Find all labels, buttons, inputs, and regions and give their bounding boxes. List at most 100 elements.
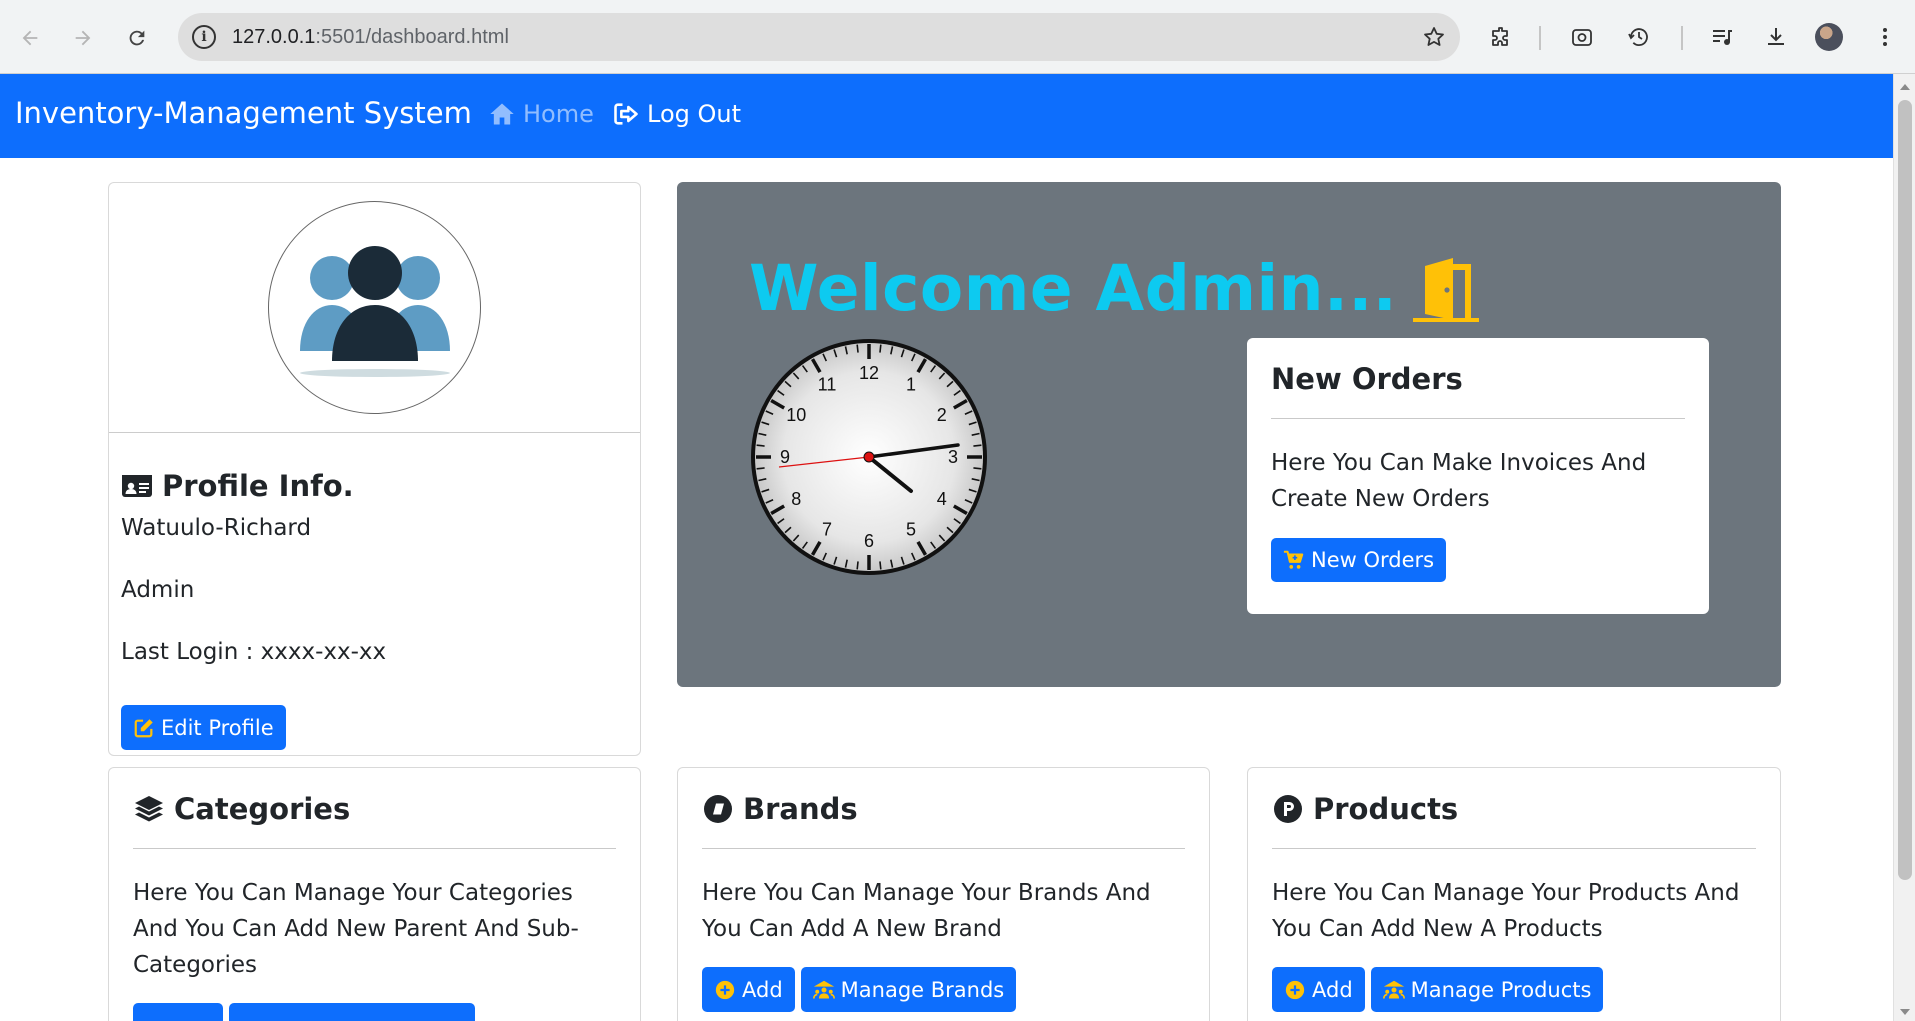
- clock-numeral: 4: [937, 489, 947, 509]
- brands-add-label: Add: [742, 977, 783, 1002]
- brands-title: Brands: [702, 792, 1185, 826]
- arrow-right-icon: [75, 30, 91, 46]
- manage-users-icon: [812, 980, 835, 999]
- new-orders-card: New Orders Here You Can Make Invoices An…: [1247, 338, 1709, 614]
- categories-description: Here You Can Manage Your Categories And …: [133, 880, 579, 978]
- welcome-title-text: Welcome Admin...: [749, 252, 1398, 325]
- plus-circle-icon: [1285, 980, 1305, 999]
- avatar: [268, 201, 481, 414]
- address-bar[interactable]: i 127.0.0.1:5501/dashboard.html: [178, 13, 1460, 61]
- clock-numeral: 12: [859, 363, 879, 383]
- welcome-heading: Welcome Admin...: [749, 252, 1481, 325]
- scroll-thumb[interactable]: [1898, 100, 1912, 880]
- manage-products-label: Manage Products: [1410, 977, 1592, 1002]
- id-card-icon: [122, 475, 152, 497]
- divider: [133, 848, 616, 849]
- nav-home-link[interactable]: Home: [488, 100, 594, 128]
- scroll-down-arrow[interactable]: [1900, 1009, 1910, 1015]
- extensions-icon[interactable]: [1486, 22, 1516, 52]
- plus-circle-icon: [715, 980, 735, 999]
- profile-role: Admin: [121, 577, 195, 603]
- cart-plus-icon: [1283, 550, 1304, 569]
- top-navbar: Inventory-Management System Home Log Out: [0, 74, 1893, 158]
- nav-logout-link[interactable]: Log Out: [612, 100, 741, 128]
- categories-card: Categories Here You Can Manage Your Cate…: [108, 767, 641, 1021]
- products-title: Products: [1272, 792, 1756, 826]
- scroll-up-arrow[interactable]: [1900, 84, 1910, 90]
- history-icon[interactable]: [1624, 22, 1654, 52]
- reload-button[interactable]: [119, 20, 155, 56]
- categories-add-button[interactable]: [133, 1003, 223, 1021]
- brands-title-text: Brands: [743, 792, 858, 826]
- profile-title-text: Profile Info.: [162, 469, 354, 503]
- clock-numeral: 7: [822, 520, 832, 540]
- categories-button-row: [133, 1003, 616, 1021]
- media-queue-icon[interactable]: [1707, 22, 1737, 52]
- products-add-button[interactable]: Add: [1272, 967, 1365, 1012]
- manage-brands-button[interactable]: Manage Brands: [800, 967, 1017, 1012]
- nav-home-label: Home: [523, 100, 594, 128]
- clock-numeral: 10: [786, 405, 806, 425]
- download-icon[interactable]: [1761, 22, 1791, 52]
- products-description: Here You Can Manage Your Products And Yo…: [1272, 880, 1740, 942]
- brand-badge-icon: [704, 795, 732, 823]
- brands-add-button[interactable]: Add: [702, 967, 795, 1012]
- edit-profile-label: Edit Profile: [161, 715, 274, 740]
- products-add-label: Add: [1312, 977, 1353, 1002]
- profile-title: Profile Info.: [121, 469, 628, 503]
- profile-name: Watuulo-Richard: [121, 515, 312, 541]
- door-open-icon: [1413, 257, 1480, 322]
- manage-products-button[interactable]: Manage Products: [1370, 967, 1604, 1012]
- products-button-row: Add Manage Products: [1272, 967, 1756, 1012]
- profile-last-login: Last Login : xxxx-xx-xx: [121, 639, 387, 665]
- clock-numeral: 6: [864, 531, 874, 551]
- users-group-icon: [299, 245, 450, 377]
- divider: [702, 848, 1185, 849]
- categories-manage-button[interactable]: [229, 1003, 475, 1021]
- clock-numeral: 1: [906, 374, 916, 394]
- clock-numeral: 5: [906, 520, 916, 540]
- more-menu-icon[interactable]: [1870, 22, 1900, 52]
- new-orders-button[interactable]: New Orders: [1271, 538, 1447, 582]
- bookmark-star-icon[interactable]: [1422, 25, 1446, 49]
- reload-icon: [129, 30, 145, 46]
- products-title-text: Products: [1313, 792, 1459, 826]
- brands-button-row: Add Manage Brands: [702, 967, 1185, 1012]
- forward-button[interactable]: [65, 20, 101, 56]
- arrow-left-icon: [22, 30, 38, 46]
- clock-numeral: 11: [818, 374, 837, 394]
- manage-users-icon: [1382, 980, 1405, 999]
- categories-title-text: Categories: [174, 792, 351, 826]
- divider: [1271, 418, 1685, 419]
- products-card: Products Here You Can Manage Your Produc…: [1247, 767, 1781, 1021]
- new-orders-description: Here You Can Make Invoices And Create Ne…: [1271, 450, 1647, 512]
- navbar-brand[interactable]: Inventory-Management System: [15, 96, 472, 130]
- browser-toolbar: i 127.0.0.1:5501/dashboard.html: [0, 0, 1915, 74]
- analog-clock: 121234567891011: [751, 339, 987, 575]
- url-text[interactable]: 127.0.0.1:5501/dashboard.html: [232, 26, 509, 49]
- site-info-icon[interactable]: i: [192, 25, 216, 49]
- product-p-icon: [1274, 795, 1302, 823]
- layer-group-icon: [135, 796, 163, 822]
- profile-image-area: [109, 183, 640, 433]
- page-content: Inventory-Management System Home Log Out: [0, 74, 1893, 1021]
- back-button[interactable]: [12, 20, 48, 56]
- divider: [1272, 848, 1756, 849]
- screenshot-lens-icon[interactable]: [1567, 22, 1597, 52]
- home-icon: [490, 103, 514, 125]
- categories-title: Categories: [133, 792, 616, 826]
- clock-numeral: 3: [948, 447, 958, 467]
- new-orders-label: New Orders: [1311, 548, 1435, 572]
- url-path: :5501/dashboard.html: [315, 25, 509, 48]
- edit-icon: [134, 718, 153, 737]
- brands-description: Here You Can Manage Your Brands And You …: [702, 880, 1151, 942]
- welcome-panel: Welcome Admin... 12 1 2 3 4 5 6 7 8 9 10 11 New Ord…: [677, 182, 1781, 687]
- brands-card: Brands Here You Can Manage Your Brands A…: [677, 767, 1210, 1021]
- nav-logout-label: Log Out: [647, 100, 742, 128]
- new-orders-title: New Orders: [1271, 362, 1463, 396]
- url-host: 127.0.0.1: [232, 25, 316, 48]
- profile-avatar-icon[interactable]: [1815, 23, 1843, 51]
- sign-out-icon: [614, 103, 638, 125]
- edit-profile-button[interactable]: Edit Profile: [121, 705, 286, 750]
- vertical-scrollbar[interactable]: [1893, 74, 1915, 1021]
